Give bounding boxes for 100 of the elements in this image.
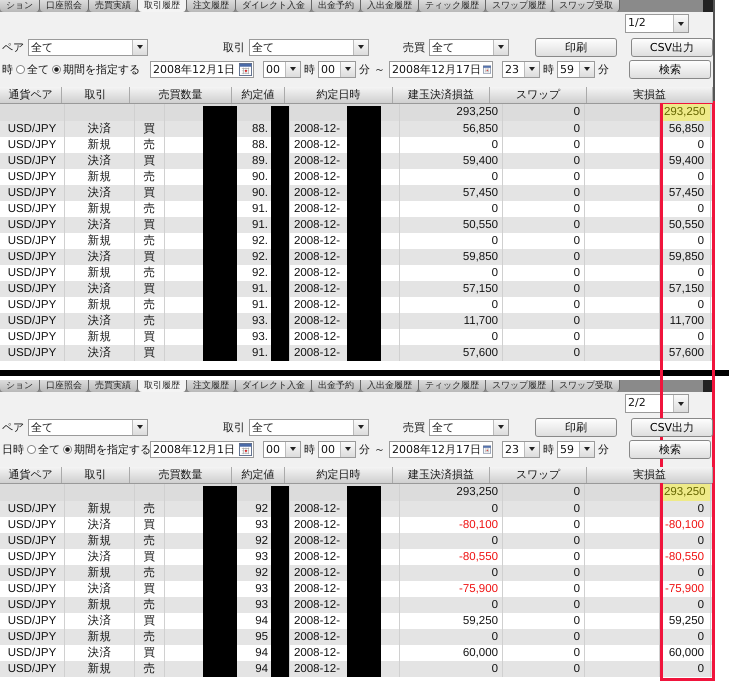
dropdown[interactable]: 全て [28, 38, 148, 56]
caret-icon[interactable] [492, 40, 508, 54]
caret-icon[interactable] [352, 40, 368, 54]
caret-icon[interactable] [132, 40, 147, 54]
caret-icon[interactable] [285, 442, 300, 456]
radio-button[interactable]: 期間を指定する [63, 442, 151, 456]
dropdown[interactable]: 23 [502, 440, 540, 458]
date-field[interactable]: 2008年12月1日 [150, 440, 254, 458]
radio-button[interactable]: 全て [16, 62, 49, 76]
tab[interactable]: ティック履歴 [419, 380, 486, 392]
caret-icon[interactable] [132, 420, 147, 434]
tab[interactable]: ション [0, 0, 40, 12]
unit-label: 分 [598, 442, 609, 456]
tab[interactable]: 取引履歴 [138, 380, 187, 392]
filter-label: 売買 [402, 420, 425, 434]
table-cell: 57,600 [660, 345, 711, 361]
table-cell: 0 [400, 661, 503, 677]
tab[interactable]: ダイレクト入金 [236, 380, 312, 392]
tab[interactable]: 出金予約 [312, 0, 361, 12]
unit-label: 時 [304, 442, 315, 456]
print-button[interactable]: 印刷 [535, 38, 617, 56]
tab[interactable]: 取引履歴 [138, 0, 187, 12]
dropdown[interactable]: 00 [263, 440, 301, 458]
tab[interactable]: スワップ履歴 [486, 0, 553, 12]
tab[interactable]: 口座照会 [40, 380, 89, 392]
range-separator: ～ [374, 62, 385, 76]
filter-label: ペア [2, 420, 24, 434]
date-field[interactable]: 2008年12月1日 [150, 60, 254, 78]
caret-icon[interactable] [285, 62, 300, 76]
dropdown[interactable]: 23 [502, 60, 540, 78]
table-cell: 293,250 [660, 484, 711, 501]
dropdown[interactable]: 59 [557, 60, 595, 78]
caret-icon[interactable] [524, 62, 539, 76]
tab[interactable]: 注文履歴 [187, 380, 236, 392]
dropdown[interactable]: 00 [263, 60, 301, 78]
tab[interactable]: 売買実績 [89, 0, 138, 12]
caret-icon[interactable] [492, 420, 508, 434]
tab[interactable]: 出金予約 [312, 380, 361, 392]
tab[interactable]: 注文履歴 [187, 0, 236, 12]
tab[interactable]: スワップ受取 [553, 0, 620, 12]
caret-icon[interactable] [340, 442, 355, 456]
filter-label: 取引 [222, 40, 245, 54]
dropdown[interactable]: 全て [428, 38, 509, 56]
unit-label: 分 [598, 62, 609, 76]
tab[interactable]: ション [0, 380, 40, 392]
range-separator: ～ [374, 442, 385, 456]
dropdown[interactable]: 59 [557, 440, 595, 458]
caret-icon[interactable] [340, 62, 355, 76]
tab[interactable]: ダイレクト入金 [236, 0, 312, 12]
dropdown[interactable]: 全て [428, 418, 509, 436]
table-cell: 決済 [65, 345, 135, 361]
dropdown[interactable]: 1/2 [625, 14, 689, 33]
csv-export-button[interactable]: CSV出力 [631, 418, 713, 436]
tab[interactable]: スワップ受取 [553, 380, 620, 392]
unit-label: 時 [543, 442, 554, 456]
tab[interactable]: ティック履歴 [419, 0, 486, 12]
radio-button[interactable]: 期間を指定する [52, 62, 140, 76]
unit-label: 分 [359, 62, 370, 76]
caret-icon[interactable] [673, 15, 688, 32]
calendar-icon[interactable] [483, 442, 491, 456]
dropdown[interactable]: 全て [28, 418, 148, 436]
filter-label: 取引 [222, 420, 245, 434]
unit-label: 分 [359, 442, 370, 456]
caret-icon[interactable] [579, 442, 594, 456]
search-button[interactable]: 検索 [629, 440, 711, 458]
radio-button[interactable]: 全て [27, 442, 60, 456]
filter-label: ペア [2, 40, 24, 54]
filter-label: 時 [2, 62, 13, 76]
dropdown[interactable]: 00 [318, 60, 356, 78]
caret-icon[interactable] [579, 62, 594, 76]
table-cell: 293,250 [660, 104, 711, 121]
dropdown[interactable]: 全て [248, 38, 369, 56]
search-button[interactable]: 検索 [629, 60, 711, 78]
date-field[interactable]: 2008年12月17日 [389, 60, 493, 78]
calendar-icon[interactable] [239, 442, 252, 456]
tab[interactable]: 入出金履歴 [361, 0, 419, 12]
csv-export-button[interactable]: CSV出力 [631, 38, 713, 56]
dropdown[interactable]: 00 [318, 440, 356, 458]
print-button[interactable]: 印刷 [535, 418, 617, 436]
table-cell: 買 [135, 345, 165, 361]
caret-icon[interactable] [352, 420, 368, 434]
caret-icon[interactable] [524, 442, 539, 456]
tab[interactable]: 入出金履歴 [361, 380, 419, 392]
calendar-icon[interactable] [239, 62, 252, 76]
dropdown[interactable]: 2/2 [625, 394, 689, 413]
filter-label: 日時 [2, 442, 24, 456]
filter-label: 売買 [402, 40, 425, 54]
date-field[interactable]: 2008年12月17日 [389, 440, 493, 458]
tab[interactable]: スワップ履歴 [486, 380, 553, 392]
table-cell: 0 [503, 345, 585, 361]
table-cell: 売 [135, 661, 165, 677]
dropdown[interactable]: 全て [248, 418, 369, 436]
table-cell: 0 [503, 661, 585, 677]
caret-icon[interactable] [673, 395, 688, 412]
unit-label: 時 [304, 62, 315, 76]
table-cell: 0 [660, 661, 711, 677]
tab[interactable]: 売買実績 [89, 380, 138, 392]
table-cell: USD/JPY [0, 661, 65, 677]
tab[interactable]: 口座照会 [40, 0, 89, 12]
calendar-icon[interactable] [483, 62, 491, 76]
